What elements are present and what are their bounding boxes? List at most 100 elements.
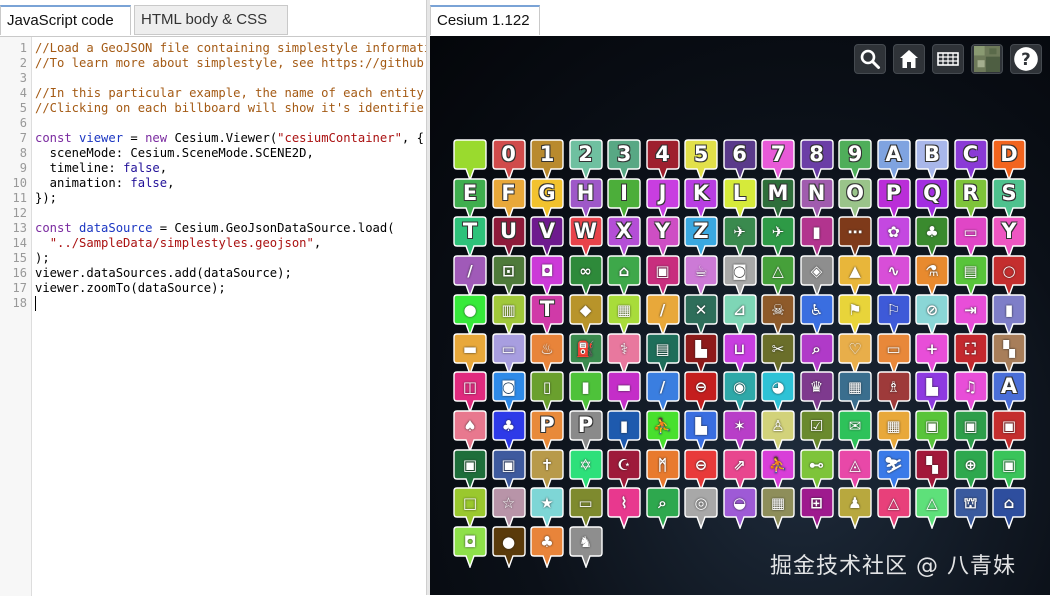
billboard-marker[interactable]: △ bbox=[761, 255, 799, 298]
billboard-marker[interactable]: ᛗ bbox=[645, 448, 684, 491]
billboard-marker[interactable]: ▲ bbox=[838, 255, 876, 298]
billboard-marker[interactable]: U bbox=[491, 216, 530, 259]
billboard-marker[interactable]: ♡ bbox=[838, 332, 876, 375]
billboard-marker[interactable]: ♟ bbox=[838, 487, 876, 530]
billboard-marker[interactable]: A bbox=[992, 371, 1030, 414]
billboard-marker[interactable]: Q bbox=[915, 177, 953, 220]
billboard-marker[interactable]: ⌇ bbox=[607, 487, 645, 530]
base-layer-picker-button[interactable] bbox=[971, 44, 1003, 74]
billboard-marker[interactable]: ▣ bbox=[992, 410, 1030, 452]
billboard-marker[interactable]: E bbox=[453, 177, 491, 220]
billboard-marker[interactable]: D bbox=[992, 139, 1030, 181]
billboard-marker[interactable]: ▬ bbox=[453, 332, 491, 375]
billboard-marker[interactable]: ⊖ bbox=[684, 448, 722, 491]
billboard-marker[interactable]: ♣ bbox=[491, 410, 530, 452]
billboard-marker[interactable]: ♠ bbox=[453, 410, 491, 452]
billboard-marker[interactable]: ♣ bbox=[915, 216, 953, 259]
billboard-marker[interactable]: V bbox=[530, 216, 568, 259]
billboard-marker[interactable]: K bbox=[684, 177, 722, 220]
billboard-marker[interactable]: ◘ bbox=[530, 255, 568, 298]
billboard-marker[interactable]: ⛷ bbox=[876, 448, 915, 491]
billboard-marker[interactable]: F bbox=[491, 177, 530, 220]
billboard-marker[interactable]: ⚑ bbox=[838, 294, 876, 336]
billboard-marker[interactable]: ● bbox=[491, 526, 530, 568]
billboard-marker[interactable]: ⊷ bbox=[799, 448, 838, 491]
cesium-viewer[interactable]: ? 0 1 2 3 4 5 6 7 8 9 A B C D E F G H I J K L M N O P Q R S T U V W X Y Z ✈ ✈… bbox=[430, 36, 1050, 595]
billboard-marker[interactable]: ⛫ bbox=[953, 487, 992, 530]
billboard-marker[interactable]: ⊿ bbox=[722, 294, 761, 336]
billboard-marker[interactable]: ▣ bbox=[491, 448, 530, 491]
billboard-marker[interactable]: ⌂ bbox=[607, 255, 645, 298]
billboard-marker[interactable]: ▦ bbox=[761, 487, 799, 530]
home-button[interactable] bbox=[893, 44, 925, 74]
billboard-marker[interactable]: 0 bbox=[491, 139, 530, 181]
billboard-marker[interactable]: ▮ bbox=[568, 371, 607, 414]
billboard-marker[interactable]: ▭ bbox=[953, 216, 992, 259]
billboard-marker[interactable]: J bbox=[645, 177, 684, 220]
billboard-marker[interactable]: A bbox=[876, 139, 915, 181]
billboard-marker[interactable]: ⌕ bbox=[799, 332, 838, 375]
code-text-area[interactable]: //Load a GeoJSON file containing simples… bbox=[32, 37, 426, 596]
code-editor[interactable]: 1 2 3 4 5 6 7 8 9 10 11 12 13 14 15 16 17 18 //Load a Geo… bbox=[0, 36, 426, 596]
billboard-marker[interactable]: ▮ bbox=[992, 294, 1030, 336]
billboard-marker[interactable]: ♨ bbox=[530, 332, 568, 375]
billboard-marker[interactable]: ◉ bbox=[722, 371, 761, 414]
billboard-marker[interactable]: ♫ bbox=[953, 371, 992, 414]
billboard-marker[interactable]: ▮ bbox=[607, 410, 645, 452]
billboard-marker[interactable]: ▣ bbox=[953, 410, 992, 452]
billboard-marker[interactable]: ▣ bbox=[645, 255, 684, 298]
billboard-marker[interactable]: T bbox=[530, 294, 568, 336]
billboard-marker[interactable]: ⊕ bbox=[953, 448, 992, 491]
billboard-marker[interactable]: ▤ bbox=[645, 332, 684, 375]
billboard-marker[interactable]: / bbox=[645, 371, 684, 414]
billboard-marker[interactable]: ◒ bbox=[722, 487, 761, 530]
billboard-marker[interactable]: P bbox=[876, 177, 915, 220]
billboard-marker[interactable]: ✿ bbox=[876, 216, 915, 259]
billboard-marker[interactable]: Y bbox=[645, 216, 684, 259]
billboard-marker[interactable]: △ bbox=[876, 487, 915, 530]
billboard-marker[interactable]: ⊡ bbox=[491, 255, 530, 298]
billboard-marker[interactable]: ● bbox=[453, 294, 491, 336]
billboard-marker[interactable]: L bbox=[722, 177, 761, 220]
tab-html-body-css[interactable]: HTML body & CSS bbox=[134, 5, 288, 35]
billboard-marker[interactable]: ♣ bbox=[530, 526, 568, 568]
navigation-help-button[interactable]: ? bbox=[1010, 44, 1042, 74]
billboard-marker[interactable]: ✈ bbox=[722, 216, 761, 259]
billboard-marker[interactable]: X bbox=[607, 216, 645, 259]
billboard-marker[interactable]: 2 bbox=[568, 139, 607, 181]
billboard-marker[interactable] bbox=[453, 139, 491, 181]
billboard-marker[interactable]: H bbox=[568, 177, 607, 220]
billboard-marker[interactable]: S bbox=[992, 177, 1030, 220]
billboard-marker[interactable]: + bbox=[915, 332, 953, 375]
billboard-marker[interactable]: ♞ bbox=[568, 526, 607, 568]
billboard-marker[interactable]: ☪ bbox=[607, 448, 645, 491]
billboard-marker[interactable]: ▦ bbox=[838, 371, 876, 414]
billboard-marker[interactable]: B bbox=[915, 139, 953, 181]
billboard-marker[interactable]: ◬ bbox=[838, 448, 876, 491]
billboard-marker[interactable]: ▥ bbox=[491, 294, 530, 336]
billboard-marker[interactable]: 9 bbox=[838, 139, 876, 181]
billboard-marker[interactable]: ⊖ bbox=[684, 371, 722, 414]
billboard-marker[interactable]: ▣ bbox=[915, 410, 953, 452]
billboard-marker[interactable]: Z bbox=[684, 216, 722, 259]
billboard-marker[interactable]: ✝ bbox=[530, 448, 568, 491]
billboard-marker[interactable]: 4 bbox=[645, 139, 684, 181]
billboard-marker[interactable]: ⇗ bbox=[722, 448, 761, 491]
billboard-marker[interactable]: ▦ bbox=[876, 410, 915, 452]
billboard-marker[interactable]: △ bbox=[915, 487, 953, 530]
billboard-marker[interactable]: ⛶ bbox=[953, 332, 992, 375]
billboard-marker[interactable]: ▦ bbox=[607, 294, 645, 336]
billboard-marker[interactable]: ★ bbox=[530, 487, 568, 530]
billboard-marker[interactable]: ♛ bbox=[799, 371, 838, 414]
tab-cesium-version[interactable]: Cesium 1.122 bbox=[430, 5, 540, 35]
billboard-marker[interactable]: ∿ bbox=[876, 255, 915, 298]
billboard-marker[interactable]: ⋯ bbox=[838, 216, 876, 259]
billboard-marker[interactable]: 8 bbox=[799, 139, 838, 181]
billboard-marker[interactable]: ◫ bbox=[453, 371, 491, 414]
billboard-marker[interactable]: ⊞ bbox=[799, 487, 838, 530]
billboard-marker[interactable]: ⌕ bbox=[645, 487, 684, 530]
billboard-marker[interactable]: 3 bbox=[607, 139, 645, 181]
billboard-marker[interactable]: ▬ bbox=[607, 371, 645, 414]
billboard-marker[interactable]: ○ bbox=[992, 255, 1030, 298]
billboard-marker[interactable]: ▭ bbox=[491, 332, 530, 375]
